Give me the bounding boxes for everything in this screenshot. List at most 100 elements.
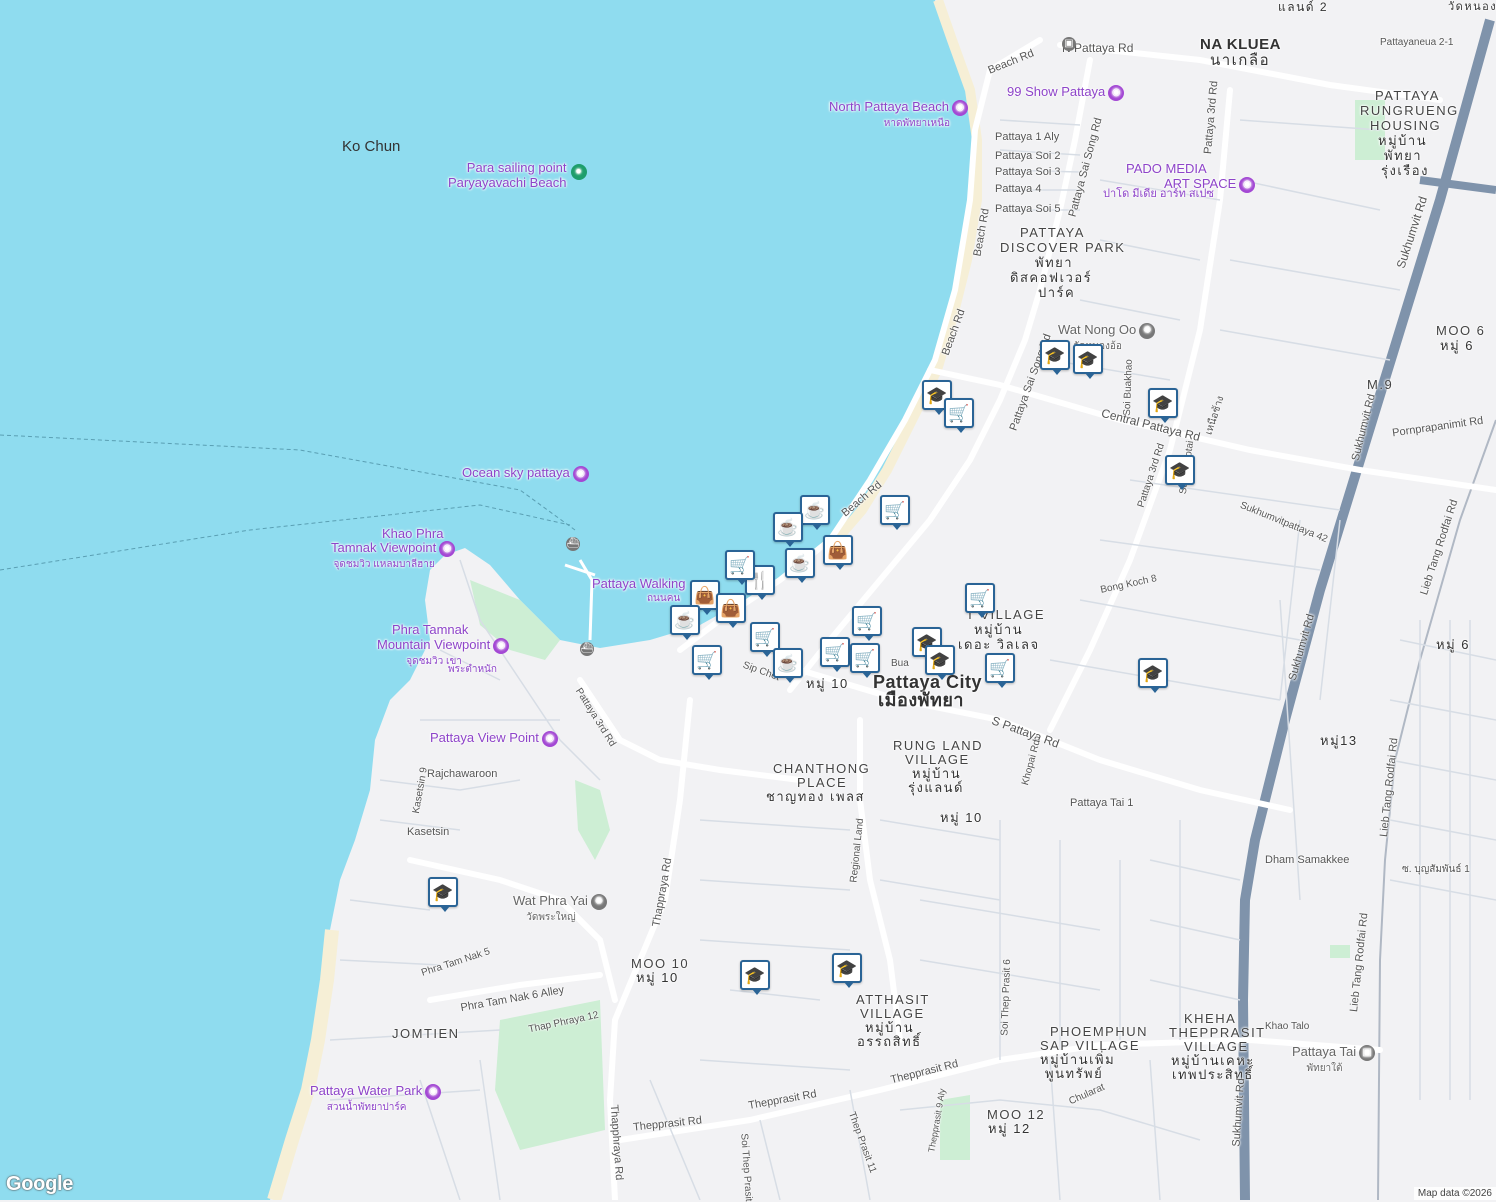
cart-icon[interactable]: 🛒 bbox=[944, 398, 974, 433]
area-label: ปาร์ค bbox=[1038, 285, 1076, 300]
city-label: Pattaya City bbox=[873, 672, 983, 692]
road-label: Pattaya Soi 2 bbox=[995, 150, 1061, 162]
area-label: M.9 bbox=[1367, 377, 1394, 392]
road-label: Soi Thep Prasit 6 bbox=[999, 959, 1014, 1036]
poi-subtitle: จุดชมวิว แหลมบาลีฮาย bbox=[333, 558, 435, 570]
area-label: KHEHA bbox=[1184, 1011, 1237, 1026]
cart-icon[interactable]: 🛒 bbox=[880, 495, 910, 530]
area-label: หมู่บ้าน bbox=[974, 622, 1024, 637]
school-icon[interactable]: 🎓 bbox=[1073, 344, 1103, 379]
school-icon[interactable]: 🎓 bbox=[740, 960, 770, 995]
poi-ocean-sky[interactable]: Ocean sky pattaya ◉ bbox=[462, 465, 589, 482]
road-label: Pattaya Soi 3 bbox=[995, 166, 1061, 178]
area-label: หมู่ 10 bbox=[806, 676, 849, 691]
cafe-icon[interactable]: ☕ bbox=[800, 495, 830, 530]
poi-khao-phra: Khao Phra bbox=[382, 526, 444, 541]
poi-title: North Pattaya Beach bbox=[829, 99, 949, 114]
poi-north-beach[interactable]: North Pattaya Beach ◉ หาดพัทยาเหนือ bbox=[829, 99, 968, 131]
school-icon[interactable]: 🎓 bbox=[1148, 388, 1178, 423]
school-icon[interactable]: 🎓 bbox=[1138, 658, 1168, 693]
camera-icon: ◉ bbox=[425, 1083, 442, 1100]
cart-icon[interactable]: 🛒 bbox=[965, 583, 995, 618]
poi-title: Pattaya Walking bbox=[592, 576, 686, 591]
area-label: THEPPRASIT bbox=[1169, 1025, 1266, 1040]
camera-icon: ◉ bbox=[493, 637, 510, 654]
poi-title: Pattaya Tai bbox=[1292, 1044, 1357, 1059]
school-icon[interactable]: 🎓 bbox=[1165, 455, 1195, 490]
poi-title: Pattaya Water Park bbox=[310, 1083, 423, 1098]
poi-subtitle: ถนนคน bbox=[647, 593, 681, 604]
google-logo: Google bbox=[6, 1173, 74, 1195]
cart-icon[interactable]: 🛒 bbox=[985, 653, 1015, 688]
area-label: หมู่บ้านเพิ่ม bbox=[1040, 1052, 1116, 1067]
poi-title: Wat Nong Oo bbox=[1058, 322, 1137, 337]
area-label: พัทยา bbox=[1035, 255, 1074, 270]
area-label: หมู่13 bbox=[1320, 733, 1358, 748]
road-label: Rajchawaroon bbox=[427, 768, 498, 780]
camera-icon: ◉ bbox=[439, 540, 456, 557]
poi-title: Ocean sky pattaya bbox=[462, 465, 570, 480]
area-label: พัทยา bbox=[1384, 148, 1423, 163]
bag-icon[interactable]: 👜 bbox=[716, 593, 746, 628]
poi-99-show[interactable]: 99 Show Pattaya ◉ bbox=[1007, 84, 1125, 101]
cafe-icon[interactable]: ☕ bbox=[670, 605, 700, 640]
area-label: MOO 6 bbox=[1436, 323, 1486, 338]
water-label-ko-chun: Ko Chun bbox=[342, 138, 401, 155]
area-label: DISCOVER PARK bbox=[1000, 240, 1126, 255]
poi-title: Pattaya View Point bbox=[430, 730, 539, 745]
area-label: รุ่งเรือง bbox=[1381, 163, 1429, 178]
area-label: หมู่ 6 bbox=[1436, 637, 1470, 652]
area-label: MOO 10 bbox=[631, 956, 690, 971]
poi-water-park[interactable]: Pattaya Water Park ◉ สวนน้ำพัทยาปาร์ค bbox=[310, 1083, 442, 1115]
poi-tamnak-viewpoint[interactable]: Tamnak Viewpoint ◉ จุดชมวิว แหลมบาลีฮาย bbox=[331, 540, 456, 572]
poi-subtitle: หาดพัทยาเหนือ bbox=[883, 117, 950, 129]
cafe-icon[interactable]: ☕ bbox=[785, 548, 815, 583]
road-label: ซ. บุญสัมพันธ์ 1 bbox=[1402, 864, 1470, 875]
bag-icon[interactable]: 👜 bbox=[823, 535, 853, 570]
area-label: PLACE bbox=[797, 775, 848, 790]
poi-title: Wat Phra Yai bbox=[513, 893, 588, 908]
poi-para-sailing[interactable]: Para sailing point ● Paryayavachi Beach bbox=[448, 160, 587, 190]
cart-icon[interactable]: 🛒 bbox=[850, 643, 880, 678]
poi-pattaya-tai-station[interactable]: Pattaya Tai ▣ พัทยาใต้ bbox=[1292, 1044, 1376, 1076]
area-label: RUNGRUENG bbox=[1360, 103, 1459, 118]
poi-walking-street[interactable]: Pattaya Walking ถนนคน bbox=[592, 576, 685, 606]
school-icon[interactable]: 🎓 bbox=[925, 645, 955, 680]
area-label: PATTAYA bbox=[1375, 88, 1440, 103]
area-label: VILLAGE bbox=[1184, 1039, 1249, 1054]
camera-icon: ◉ bbox=[951, 99, 968, 116]
area-label: หมู่ 12 bbox=[988, 1121, 1031, 1136]
poi-view-point[interactable]: Pattaya View Point ◉ bbox=[430, 730, 558, 747]
area-label: แลนด์ 2 bbox=[1278, 0, 1329, 14]
poi-phra-tamnak-th: พระตำหนัก bbox=[448, 664, 497, 675]
road-label: Dham Samakkee bbox=[1265, 854, 1350, 866]
area-label: หมู่บ้าน bbox=[865, 1020, 915, 1035]
poi-pado-th: ปาโด มีเดีย อาร์ท สเปซ bbox=[1103, 188, 1214, 200]
city-label-th: เมืองพัทยา bbox=[878, 690, 965, 710]
poi-subtitle: พัทยาใต้ bbox=[1306, 1062, 1343, 1074]
poi-wat-phra-yai[interactable]: Wat Phra Yai ✺ วัดพระใหญ่ bbox=[513, 893, 607, 925]
school-icon[interactable]: 🎓 bbox=[428, 877, 458, 912]
area-label: หมู่ 10 bbox=[636, 970, 679, 985]
cafe-icon[interactable]: ☕ bbox=[773, 648, 803, 683]
poi-title: Tamnak Viewpoint bbox=[331, 540, 437, 555]
cart-icon[interactable]: 🛒 bbox=[820, 637, 850, 672]
cart-icon[interactable]: 🛒 bbox=[852, 606, 882, 641]
area-label: เดอะ วิลเลจ bbox=[958, 637, 1040, 652]
road-label: Pattayaneua 2-1 bbox=[1380, 37, 1454, 48]
poi-title: PADO MEDIA bbox=[1126, 161, 1207, 176]
road-label: Soi Buakhao bbox=[1121, 358, 1135, 417]
cart-icon[interactable]: 🛒 bbox=[725, 550, 755, 585]
area-label: VILLAGE bbox=[905, 752, 970, 767]
area-label: หมู่บ้าน bbox=[1378, 133, 1428, 148]
map-data-credit[interactable]: Map data ©2026 bbox=[1413, 1187, 1496, 1200]
cart-icon[interactable]: 🛒 bbox=[692, 645, 722, 680]
poi-title: Mountain Viewpoint bbox=[377, 637, 491, 652]
area-label: RUNG LAND bbox=[893, 738, 984, 753]
school-icon[interactable]: 🎓 bbox=[1040, 340, 1070, 375]
school-icon[interactable]: 🎓 bbox=[832, 953, 862, 988]
ferry-icon: ⛴ bbox=[580, 642, 594, 656]
area-label: หมู่ 6 bbox=[1440, 338, 1474, 353]
cafe-icon[interactable]: ☕ bbox=[773, 512, 803, 547]
area-label: MOO 12 bbox=[987, 1107, 1046, 1122]
